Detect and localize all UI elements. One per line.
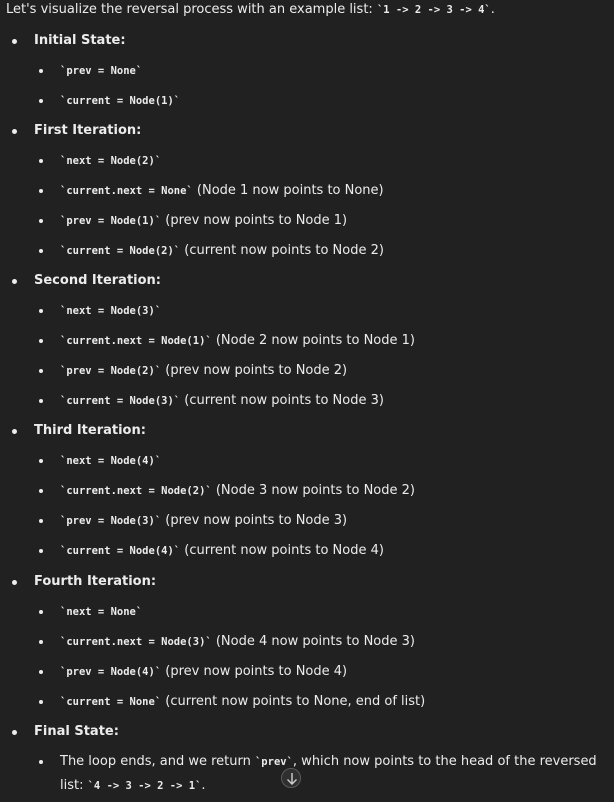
list-bullet [39, 189, 43, 193]
list-bullet [39, 159, 43, 163]
item-code: `prev = Node(2)` [60, 365, 162, 377]
list-bullet [39, 670, 43, 674]
item-code: `current = Node(2)` [60, 245, 181, 257]
list-item: `current.next = None` (Node 1 now points… [60, 182, 384, 200]
list-bullet [39, 519, 43, 523]
item-text: (current now points to Node 3) [180, 393, 384, 408]
item-code: `4 -> 3 -> 2 -> 1` [87, 780, 202, 792]
item-code: `current.next = None` [60, 185, 193, 197]
item-text: (Node 4 now points to Node 3) [211, 634, 415, 649]
list-bullet [39, 760, 43, 764]
list-bullet [39, 69, 43, 73]
intro-prefix: Let's visualize the reversal process wit… [6, 2, 377, 17]
item-text: (Node 1 now points to None) [192, 183, 384, 198]
list-item: `current = Node(4)` (current now points … [60, 542, 384, 560]
list-bullet [39, 249, 43, 253]
list-item: The loop ends, and we return `prev`, whi… [60, 750, 606, 798]
intro-suffix: . [490, 2, 495, 17]
list-bullet [12, 429, 17, 434]
intro-text: Let's visualize the reversal process wit… [6, 2, 495, 18]
item-code: `current = None` [60, 696, 162, 708]
item-text: (prev now points to Node 3) [161, 513, 348, 528]
list-bullet [12, 129, 17, 134]
list-bullet [39, 369, 43, 373]
list-bullet [39, 339, 43, 343]
item-code: `next = Node(2)` [60, 155, 162, 167]
item-text: (Node 2 now points to Node 1) [211, 333, 415, 348]
list-bullet [39, 700, 43, 704]
list-item: `prev = None` [60, 62, 142, 80]
list-bullet [39, 219, 43, 223]
scroll-to-bottom-button[interactable] [281, 768, 301, 788]
item-code: `prev = None` [60, 65, 143, 77]
list-bullet [39, 459, 43, 463]
item-code: `prev = Node(1)` [60, 215, 162, 227]
list-item: `current = Node(2)` (current now points … [60, 242, 384, 260]
list-item: `current.next = Node(2)` (Node 3 now poi… [60, 482, 415, 500]
list-bullet [39, 610, 43, 614]
list-bullet [39, 399, 43, 403]
list-item: `prev = Node(4)` (prev now points to Nod… [60, 663, 347, 681]
item-text: (Node 3 now points to Node 2) [211, 483, 415, 498]
list-bullet [39, 99, 43, 103]
intro-code: `1 -> 2 -> 3 -> 4` [376, 4, 491, 16]
list-item: `next = Node(4)` [60, 452, 161, 470]
item-code: `current = Node(4)` [60, 545, 181, 557]
list-item: `current = Node(3)` (current now points … [60, 392, 384, 410]
list-item: `current = None` (current now points to … [60, 693, 425, 711]
item-code: `next = Node(4)` [60, 455, 162, 467]
section-heading: Second Iteration: [34, 273, 162, 288]
list-item: `current.next = Node(1)` (Node 2 now poi… [60, 332, 415, 350]
list-bullet [39, 640, 43, 644]
item-code: `prev` [254, 756, 293, 768]
item-code: `prev = Node(3)` [60, 515, 162, 527]
item-code: `current.next = Node(2)` [60, 485, 212, 497]
item-code: `current.next = Node(1)` [60, 335, 212, 347]
arrow-down-icon [287, 773, 297, 785]
list-bullet [12, 279, 17, 284]
item-code: `current = Node(1)` [60, 95, 181, 107]
list-bullet [39, 309, 43, 313]
list-item: `current = Node(1)` [60, 92, 180, 110]
item-text: (current now points to Node 4) [180, 543, 384, 558]
list-bullet [12, 39, 17, 44]
list-item: `current.next = Node(3)` (Node 4 now poi… [60, 633, 415, 651]
item-code: `next = None` [60, 606, 143, 618]
list-item: `prev = Node(2)` (prev now points to Nod… [60, 362, 347, 380]
item-text: (prev now points to Node 2) [161, 363, 348, 378]
list-item: `prev = Node(3)` (prev now points to Nod… [60, 512, 347, 530]
item-text: The loop ends, and we return [60, 754, 255, 769]
item-text: (current now points to Node 2) [180, 243, 384, 258]
item-code: `current = Node(3)` [60, 395, 181, 407]
section-heading: Initial State: [34, 33, 126, 48]
item-code: `next = Node(3)` [60, 305, 162, 317]
section-heading: First Iteration: [34, 123, 142, 138]
item-code: `current.next = Node(3)` [60, 636, 212, 648]
list-bullet [39, 549, 43, 553]
item-text: (prev now points to Node 4) [161, 664, 348, 679]
section-heading: Fourth Iteration: [34, 574, 157, 589]
list-item: `next = Node(3)` [60, 302, 161, 320]
list-item: `next = Node(2)` [60, 152, 161, 170]
section-heading: Final State: [34, 724, 119, 739]
section-heading: Third Iteration: [34, 423, 146, 438]
item-text: . [201, 778, 206, 793]
list-bullet [39, 489, 43, 493]
list-bullet [12, 730, 17, 735]
list-bullet [12, 580, 17, 585]
item-text: (current now points to None, end of list… [161, 694, 426, 709]
list-item: `prev = Node(1)` (prev now points to Nod… [60, 212, 347, 230]
item-text: (prev now points to Node 1) [161, 213, 348, 228]
list-item: `next = None` [60, 603, 142, 621]
item-code: `prev = Node(4)` [60, 666, 162, 678]
